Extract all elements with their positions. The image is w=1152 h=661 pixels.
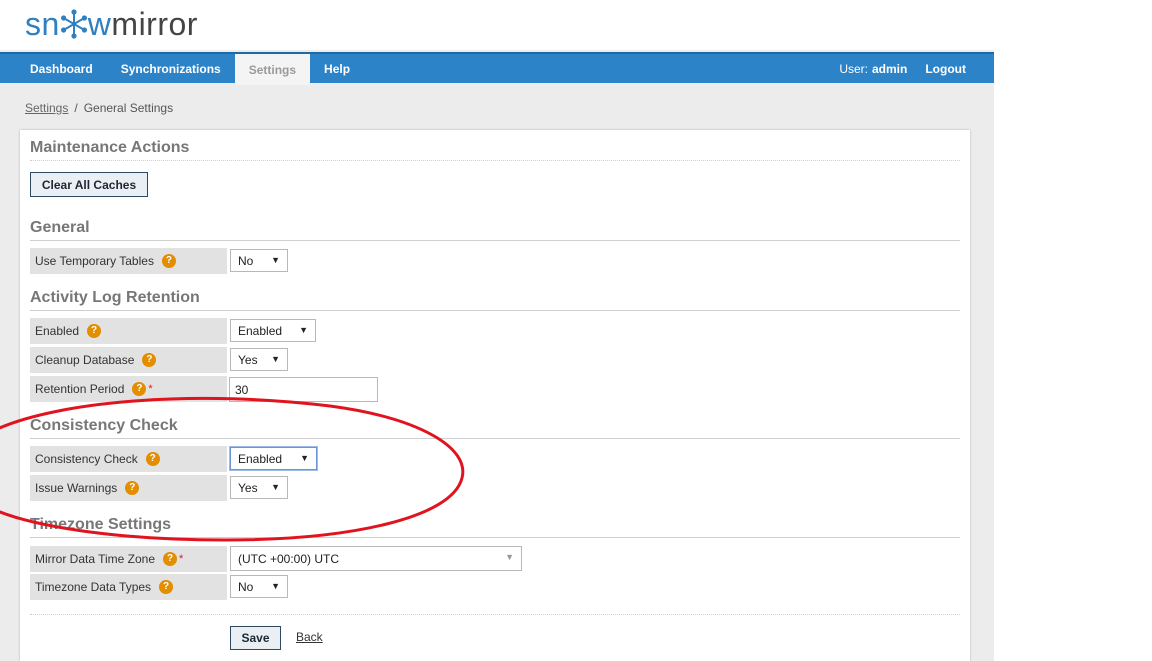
user-name: admin <box>872 61 908 76</box>
label-consistency-check: Consistency Check ? <box>30 446 227 472</box>
label-activity-enabled: Enabled ? <box>30 318 227 344</box>
help-icon[interactable]: ? <box>87 324 102 338</box>
footer-divider <box>30 614 960 615</box>
chevron-down-icon: ▼ <box>299 325 308 335</box>
breadcrumb-settings-link[interactable]: Settings <box>25 101 68 115</box>
breadcrumb-current: General Settings <box>83 101 174 115</box>
main-navbar: Dashboard Synchronizations Settings Help… <box>0 52 994 85</box>
section-title-general: General <box>30 219 960 241</box>
use-temporary-tables-select[interactable]: No ▼ <box>230 249 288 272</box>
back-link[interactable]: Back <box>296 630 323 644</box>
mirror-data-time-zone-select[interactable]: (UTC +00:00) UTC ▼ <box>230 546 522 571</box>
help-icon[interactable]: ? <box>132 382 147 396</box>
section-title-maintenance: Maintenance Actions <box>30 139 960 161</box>
current-user: User: admin <box>839 54 925 83</box>
chevron-down-icon: ▼ <box>300 453 309 463</box>
cleanup-database-select[interactable]: Yes ▼ <box>230 348 288 371</box>
label-timezone-data-types: Timezone Data Types ? <box>30 574 227 600</box>
snowflake-icon <box>60 9 87 39</box>
timezone-data-types-select[interactable]: No ▼ <box>230 575 288 598</box>
retention-period-input[interactable]: 30 <box>229 377 378 402</box>
label-mirror-data-time-zone: Mirror Data Time Zone ? * <box>30 546 227 572</box>
clear-all-caches-button[interactable]: Clear All Caches <box>30 172 148 197</box>
breadcrumb: Settings / General Settings <box>25 101 173 115</box>
issue-warnings-select[interactable]: Yes ▼ <box>230 476 288 499</box>
section-title-consistency: Consistency Check <box>30 417 960 439</box>
chevron-down-icon: ▼ <box>271 581 280 591</box>
label-retention-period: Retention Period ? * <box>30 376 227 402</box>
help-icon[interactable]: ? <box>161 254 176 268</box>
snowmirror-logo: sn w mirror <box>25 5 198 42</box>
chevron-down-icon: ▼ <box>271 354 280 364</box>
chevron-down-icon: ▼ <box>271 255 280 265</box>
save-button[interactable]: Save <box>230 626 281 650</box>
nav-dashboard[interactable]: Dashboard <box>0 54 107 83</box>
section-title-activity-log: Activity Log Retention <box>30 289 960 311</box>
required-marker: * <box>148 383 153 395</box>
help-icon[interactable]: ? <box>145 452 160 466</box>
breadcrumb-separator: / <box>74 101 78 115</box>
user-prefix: User: <box>839 61 868 76</box>
chevron-down-icon: ▼ <box>505 552 514 562</box>
logout-link[interactable]: Logout <box>925 54 994 83</box>
help-icon[interactable]: ? <box>159 580 174 594</box>
help-icon[interactable]: ? <box>163 552 178 566</box>
label-issue-warnings: Issue Warnings ? <box>30 475 227 501</box>
required-marker: * <box>179 553 184 565</box>
help-icon[interactable]: ? <box>125 481 140 495</box>
label-use-temporary-tables: Use Temporary Tables ? <box>30 248 227 274</box>
label-cleanup-database: Cleanup Database ? <box>30 347 227 373</box>
chevron-down-icon: ▼ <box>271 482 280 492</box>
consistency-check-select[interactable]: Enabled ▼ <box>230 447 317 470</box>
nav-settings[interactable]: Settings <box>234 54 311 85</box>
nav-help[interactable]: Help <box>310 54 364 83</box>
activity-enabled-select[interactable]: Enabled ▼ <box>230 319 316 342</box>
settings-panel: Maintenance Actions Clear All Caches Gen… <box>20 130 970 661</box>
help-icon[interactable]: ? <box>142 353 157 367</box>
nav-synchronizations[interactable]: Synchronizations <box>107 54 235 83</box>
section-title-timezone: Timezone Settings <box>30 516 960 538</box>
